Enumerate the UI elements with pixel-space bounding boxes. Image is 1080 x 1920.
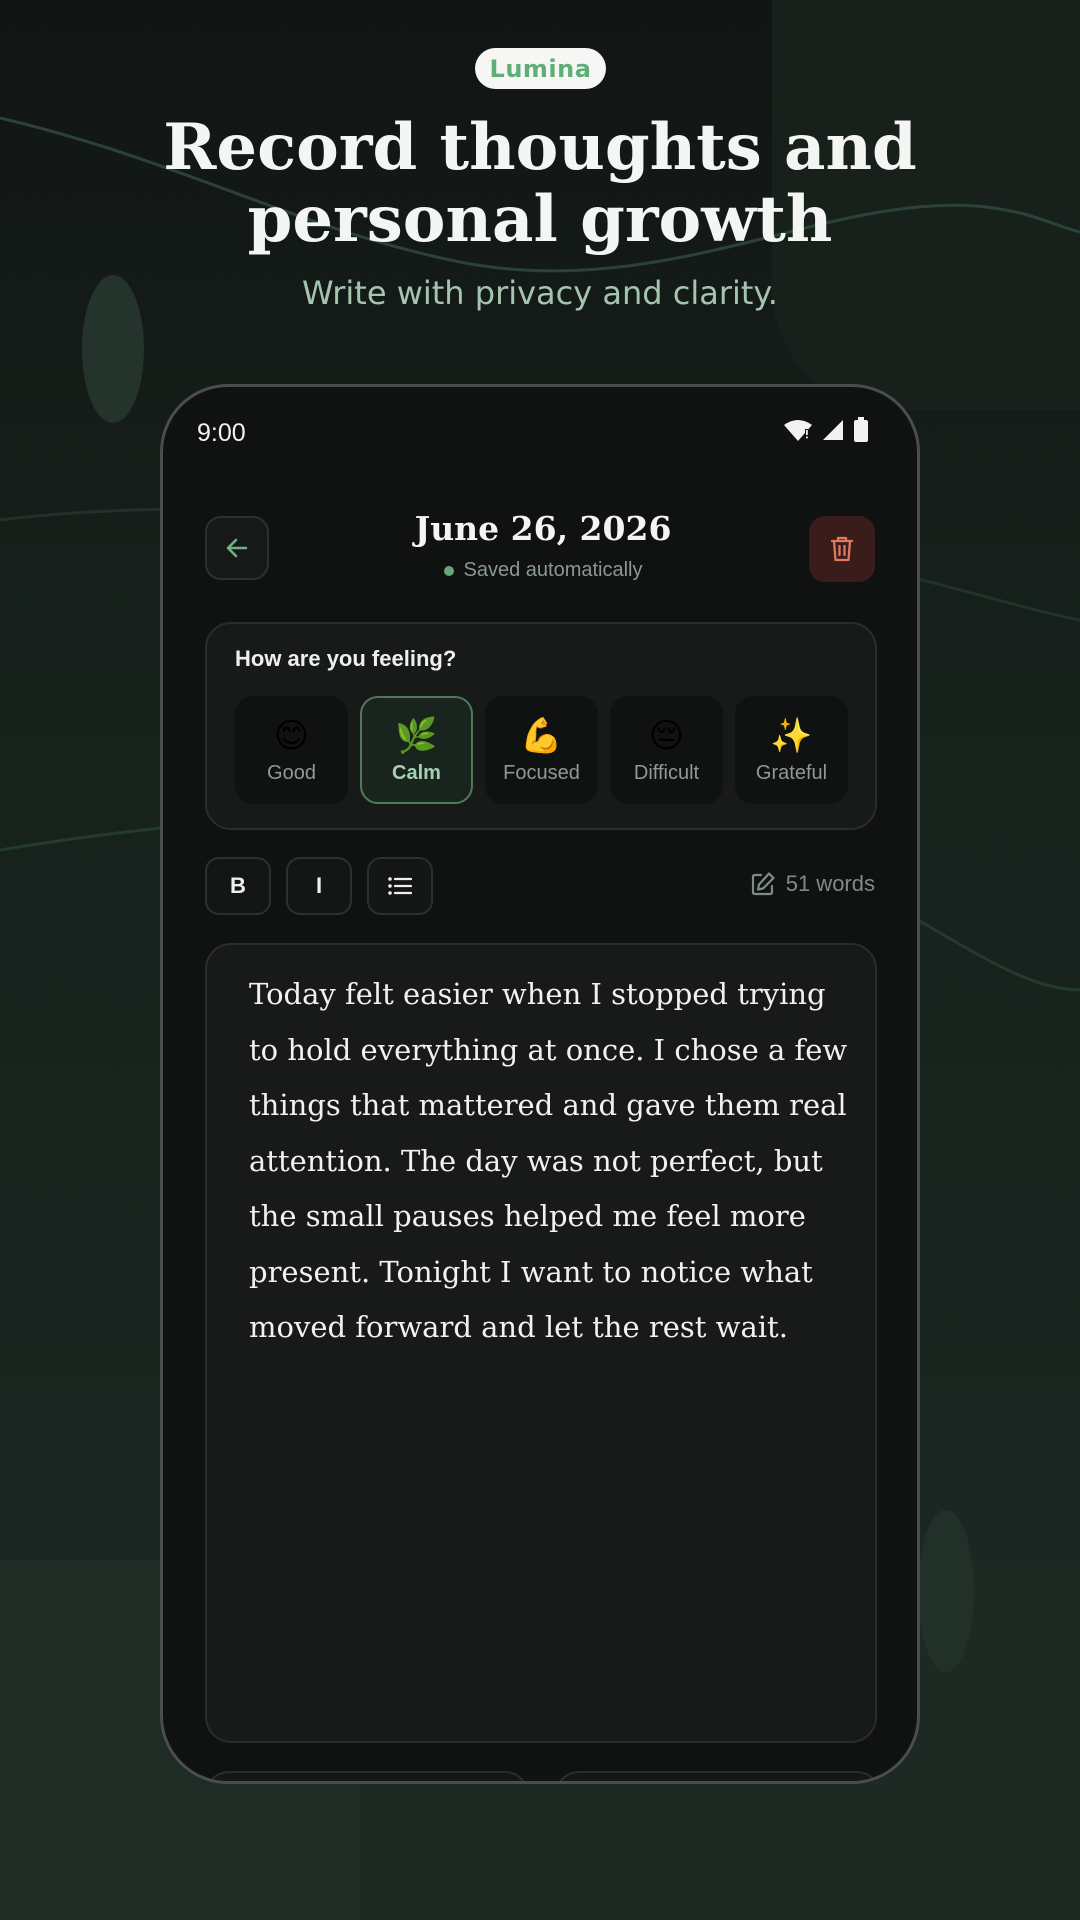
bullet-list-button[interactable] <box>367 857 433 915</box>
status-time: 9:00 <box>197 419 246 447</box>
hero-subtitle: Write with privacy and clarity. <box>302 274 778 312</box>
mood-option-difficult[interactable]: 😔 Difficult <box>610 696 723 804</box>
bottom-action-left[interactable] <box>205 1771 529 1781</box>
mood-label: Good <box>267 761 316 784</box>
mood-label: Focused <box>503 761 580 784</box>
status-icons <box>783 417 869 443</box>
arrow-left-icon <box>226 538 248 558</box>
save-status-label: Saved automatically <box>463 559 643 581</box>
trash-icon <box>830 536 854 562</box>
leaf-icon: 🌿 <box>395 715 438 756</box>
background-oval-right <box>918 1510 974 1672</box>
mood-label: Difficult <box>633 761 700 784</box>
journal-editor[interactable]: Today felt easier when I stopped trying … <box>205 943 877 1743</box>
hero-title: Record thoughts and personal growth <box>90 112 990 256</box>
bold-button[interactable]: B <box>205 857 271 915</box>
back-button[interactable] <box>205 516 269 580</box>
mood-options: 😊 Good 🌿 Calm 💪 Focused 😔 Difficult ✨ Gr… <box>235 696 848 804</box>
mood-option-grateful[interactable]: ✨ Grateful <box>735 696 848 804</box>
phone-frame: 9:00 June 26, 2026 Saved automatically H <box>160 384 920 1784</box>
entry-date: June 26, 2026 <box>414 509 672 548</box>
word-count-label: 51 words <box>785 871 875 896</box>
hero-title-line2: personal growth <box>247 182 833 257</box>
mood-question: How are you feeling? <box>235 646 457 671</box>
flexed-arm-icon: 💪 <box>520 715 563 756</box>
save-status: Saved automatically <box>323 559 763 582</box>
journal-entry-text[interactable]: Today felt easier when I stopped trying … <box>249 967 849 1356</box>
italic-button[interactable]: I <box>286 857 352 915</box>
mood-card: How are you feeling? 😊 Good 🌿 Calm 💪 Foc… <box>205 622 877 830</box>
wifi-icon <box>784 420 812 441</box>
sparkles-icon: ✨ <box>770 715 813 756</box>
bullet-list-icon <box>388 877 413 895</box>
edit-icon <box>751 872 775 896</box>
brand-badge: Lumina <box>475 48 606 89</box>
pensive-face-icon: 😔 <box>648 715 685 756</box>
mood-option-calm[interactable]: 🌿 Calm <box>360 696 473 804</box>
mood-label: Calm <box>392 761 441 784</box>
battery-icon <box>854 417 868 442</box>
cellular-signal-icon <box>823 420 843 440</box>
mood-option-focused[interactable]: 💪 Focused <box>485 696 598 804</box>
mood-option-good[interactable]: 😊 Good <box>235 696 348 804</box>
saved-dot-icon <box>443 565 454 576</box>
mood-label: Grateful <box>755 761 828 784</box>
smile-icon: 😊 <box>273 715 310 756</box>
delete-button[interactable] <box>809 516 875 582</box>
word-count: 51 words <box>750 871 875 897</box>
bottom-action-right[interactable] <box>555 1771 881 1781</box>
hero-title-line1: Record thoughts and <box>163 110 917 185</box>
